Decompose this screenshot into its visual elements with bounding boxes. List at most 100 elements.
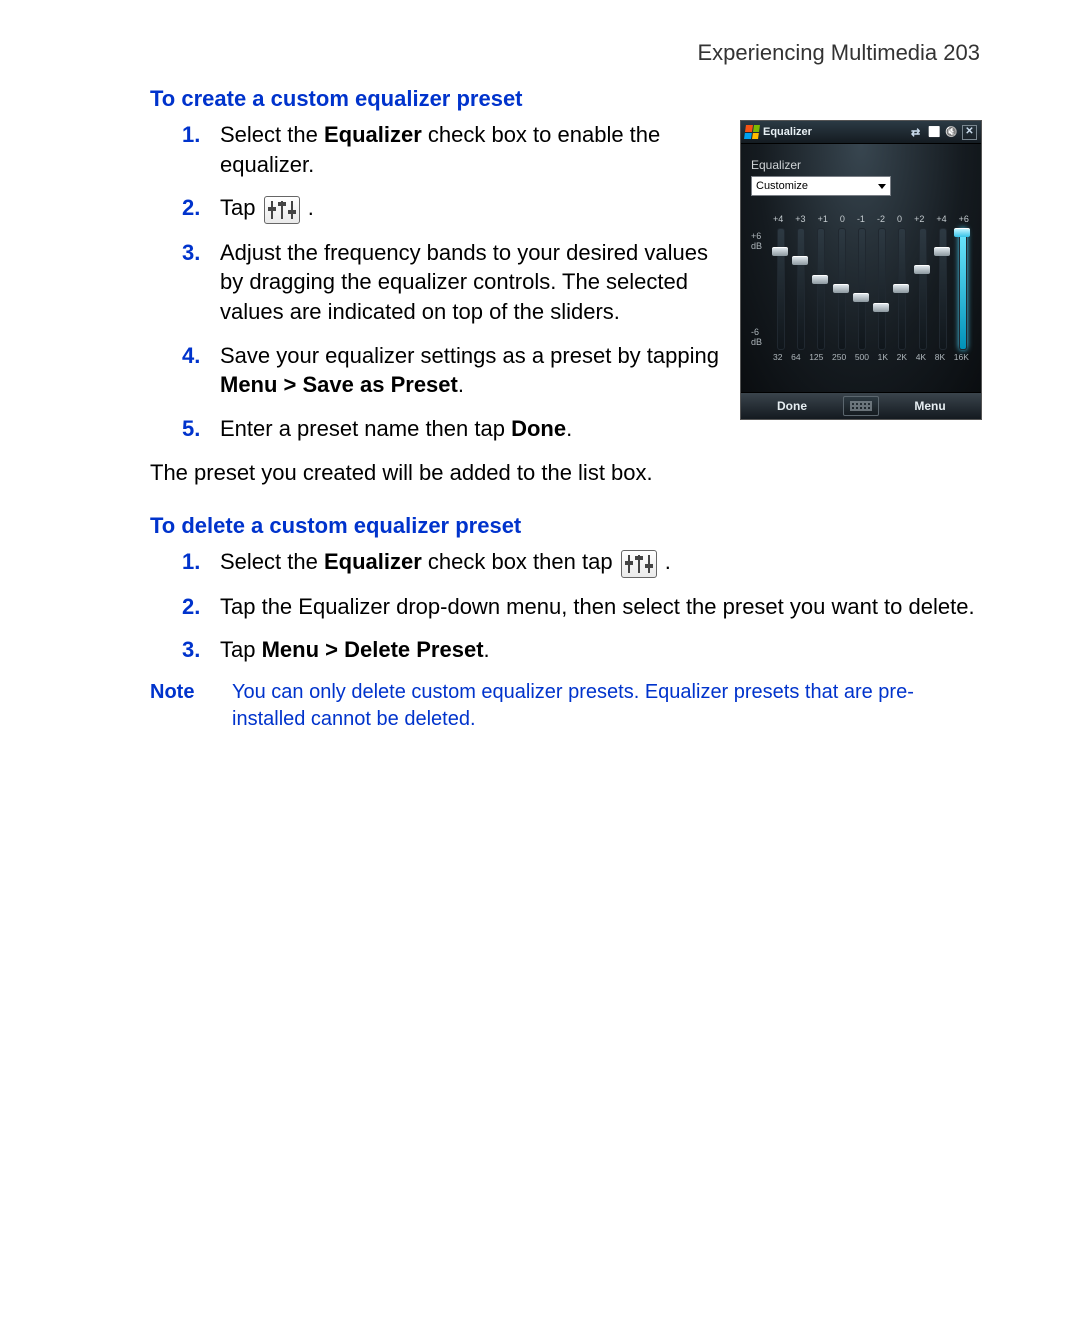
- band-slider[interactable]: [834, 228, 848, 348]
- windows-flag-icon[interactable]: [744, 125, 760, 139]
- running-head: Experiencing Multimedia 203: [150, 40, 980, 66]
- band-value: +4: [936, 214, 946, 224]
- slider-thumb[interactable]: [853, 293, 869, 302]
- slider-thumb[interactable]: [954, 228, 970, 237]
- bold-menu-save: Menu > Save as Preset: [220, 372, 458, 397]
- band-slider[interactable]: [874, 228, 888, 348]
- band-freq: 2K: [897, 352, 907, 362]
- step-text: Select the: [220, 549, 324, 574]
- preset-dropdown[interactable]: Customize: [751, 176, 891, 196]
- band-freq: 32: [773, 352, 782, 362]
- band-slider[interactable]: [894, 228, 908, 348]
- slider-track: [959, 228, 967, 350]
- note-block: Note You can only delete custom equalize…: [150, 679, 980, 733]
- step-text: Adjust the frequency bands to your desir…: [220, 240, 708, 324]
- band-freq: 250: [832, 352, 846, 362]
- close-icon[interactable]: ✕: [962, 125, 977, 140]
- step-5: 5. Enter a preset name then tap Done.: [220, 414, 720, 444]
- step-number: 2.: [182, 193, 200, 223]
- step-text: .: [484, 637, 490, 662]
- softkey-done[interactable]: Done: [741, 399, 843, 413]
- step-number: 3.: [182, 635, 200, 665]
- step-number: 2.: [182, 592, 200, 622]
- band-value: -2: [877, 214, 885, 224]
- band-freqs-row: 32641252505001K2K4K8K16K: [751, 348, 971, 362]
- after-steps-text: The preset you created will be added to …: [150, 458, 720, 488]
- band-slider[interactable]: [773, 228, 787, 348]
- step-text: Enter a preset name then tap: [220, 416, 511, 441]
- slider-thumb[interactable]: [873, 303, 889, 312]
- band-value: +3: [795, 214, 805, 224]
- sliders-icon: [621, 550, 657, 578]
- slider-thumb[interactable]: [772, 247, 788, 256]
- section-title-create: To create a custom equalizer preset: [150, 86, 980, 112]
- band-slider[interactable]: [955, 228, 969, 348]
- step-text: .: [566, 416, 572, 441]
- softkey-bar: Done Menu: [741, 392, 981, 419]
- band-slider[interactable]: [813, 228, 827, 348]
- step-text: .: [302, 195, 314, 220]
- slider-track: [817, 228, 825, 350]
- chevron-down-icon: [878, 184, 886, 189]
- band-value: -1: [857, 214, 865, 224]
- preset-value: Customize: [756, 180, 808, 192]
- band-value: 0: [897, 214, 902, 224]
- step-1: 1. Select the Equalizer check box then t…: [220, 547, 980, 577]
- step-1: 1. Select the Equalizer check box to ena…: [220, 120, 720, 179]
- step-number: 1.: [182, 120, 200, 150]
- step-text: Select the: [220, 122, 324, 147]
- sliders-icon: [264, 196, 300, 224]
- steps-delete: 1. Select the Equalizer check box then t…: [150, 547, 980, 665]
- slider-track: [858, 228, 866, 350]
- band-slider[interactable]: [935, 228, 949, 348]
- step-4: 4. Save your equalizer settings as a pre…: [220, 341, 720, 400]
- band-slider[interactable]: [854, 228, 868, 348]
- slider-track: [919, 228, 927, 350]
- bold-equalizer: Equalizer: [324, 549, 422, 574]
- band-freq: 125: [809, 352, 823, 362]
- step-2: 2. Tap the Equalizer drop-down menu, the…: [220, 592, 980, 622]
- band-freq: 1K: [878, 352, 888, 362]
- slider-thumb[interactable]: [792, 256, 808, 265]
- keyboard-icon[interactable]: [843, 396, 879, 416]
- band-freq: 4K: [916, 352, 926, 362]
- band-slider[interactable]: [915, 228, 929, 348]
- band-values-row: +4+3+10-1-20+2+4+6: [751, 214, 971, 224]
- step-text: .: [458, 372, 464, 397]
- panel-label: Equalizer: [751, 158, 971, 172]
- step-number: 5.: [182, 414, 200, 444]
- step-text: .: [659, 549, 671, 574]
- slider-thumb[interactable]: [812, 275, 828, 284]
- band-freq: 8K: [935, 352, 945, 362]
- bold-done: Done: [511, 416, 566, 441]
- signal-icon[interactable]: [928, 126, 941, 139]
- slider-thumb[interactable]: [914, 265, 930, 274]
- section-title-delete: To delete a custom equalizer preset: [150, 513, 980, 539]
- band-freq: 64: [791, 352, 800, 362]
- band-slider[interactable]: [793, 228, 807, 348]
- band-sliders-row: [751, 224, 971, 348]
- slider-track: [797, 228, 805, 350]
- device-screenshot: Equalizer ✕ Equalizer Customize +: [740, 120, 982, 420]
- step-number: 1.: [182, 547, 200, 577]
- slider-thumb[interactable]: [893, 284, 909, 293]
- slider-thumb[interactable]: [833, 284, 849, 293]
- band-value: +1: [818, 214, 828, 224]
- band-value: +2: [914, 214, 924, 224]
- sync-icon[interactable]: [911, 126, 924, 139]
- slider-track: [878, 228, 886, 350]
- bold-menu-delete: Menu > Delete Preset: [262, 637, 484, 662]
- note-label: Note: [150, 679, 204, 733]
- equalizer-area: +6 dB -6 dB +4+3+10-1-20+2+4+6 326412525…: [751, 214, 971, 384]
- softkey-menu[interactable]: Menu: [879, 399, 981, 413]
- speaker-mute-icon[interactable]: [945, 126, 958, 139]
- bold-equalizer: Equalizer: [324, 122, 422, 147]
- window-title: Equalizer: [763, 126, 812, 138]
- band-value: 0: [840, 214, 845, 224]
- slider-thumb[interactable]: [934, 247, 950, 256]
- step-number: 3.: [182, 238, 200, 268]
- step-3: 3. Tap Menu > Delete Preset.: [220, 635, 980, 665]
- band-value: +6: [959, 214, 969, 224]
- device-titlebar: Equalizer ✕: [741, 121, 981, 144]
- note-text: You can only delete custom equalizer pre…: [232, 679, 980, 733]
